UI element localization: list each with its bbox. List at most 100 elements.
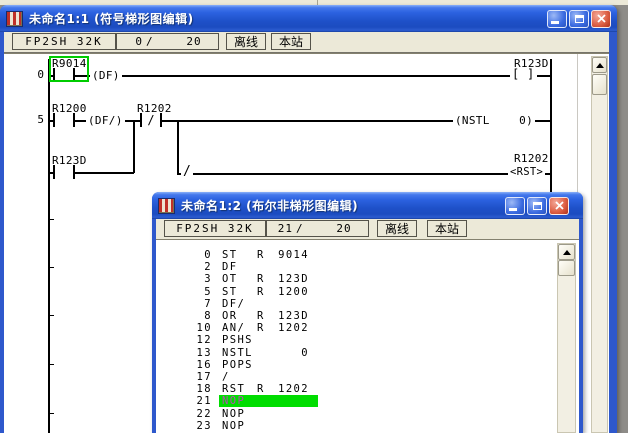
instruction-row[interactable]: 0STR9014	[156, 249, 536, 261]
window2-vscrollbar[interactable]	[557, 243, 576, 433]
instruction-row[interactable]: 10AN/R1202	[156, 322, 536, 334]
maximize-button[interactable]	[527, 197, 547, 215]
contact-r1200[interactable]	[53, 113, 75, 127]
instruction-addr: 2	[164, 261, 212, 273]
close-button[interactable]	[549, 197, 569, 215]
instruction-row[interactable]: 5STR1200	[156, 286, 536, 298]
scrollbar-up-button[interactable]	[558, 244, 575, 260]
instruction-op: NOP	[222, 420, 245, 432]
rst-branch-wire	[177, 121, 179, 174]
instruction-reg: R	[257, 322, 265, 334]
instruction-addr: 7	[164, 298, 212, 310]
nstl-opcode: (NSTL	[455, 114, 490, 127]
app-icon	[158, 198, 175, 214]
instruction-val: 123D	[266, 273, 309, 285]
instruction-row[interactable]: 2 DF	[156, 261, 536, 273]
instruction-val: 123D	[266, 310, 309, 322]
step-separator: /	[146, 35, 154, 48]
instruction-val: 1202	[266, 322, 309, 334]
instruction-row[interactable]: 13NSTL0	[156, 347, 536, 359]
window2-title: 未命名1:2 (布尔非梯形图编辑)	[181, 197, 358, 214]
scrollbar-thumb[interactable]	[592, 74, 607, 95]
instruction-val: 9014	[266, 249, 309, 261]
close-icon	[597, 14, 606, 23]
instruction-addr: 18	[164, 383, 212, 395]
window1-titlebar[interactable]: 未命名1:1 (符号梯形图编辑)	[0, 5, 617, 32]
rung0-wire	[49, 75, 550, 77]
rst-device-label: R1202	[514, 153, 549, 164]
step-separator: /	[296, 222, 304, 235]
mode-indicator-offline: 离线	[377, 220, 417, 237]
rung-tick	[48, 364, 54, 365]
close-icon	[555, 201, 564, 210]
instruction-reg: R	[257, 273, 265, 285]
step-position: 0	[117, 35, 143, 48]
instruction-row[interactable]: 21 NOP	[156, 395, 536, 407]
rung-tick	[48, 219, 54, 220]
plc-type-indicator: FP2SH 32K	[164, 220, 266, 237]
instruction-op: OR	[222, 310, 237, 322]
instruction-op: ST	[222, 249, 237, 261]
instruction-addr: 0	[164, 249, 212, 261]
mdi-workspace: 未命名1:1 (符号梯形图编辑) FP2SH 32K 0 / 20 离线 本站	[0, 0, 628, 433]
instruction-reg: R	[257, 310, 265, 322]
nstl-operand: 0)	[519, 114, 533, 127]
instruction-op: AN/	[222, 322, 245, 334]
instruction-op: NOP	[222, 395, 245, 407]
nstl-instruction[interactable]: (NSTL 0)	[453, 114, 535, 127]
instruction-row[interactable]: 17/	[156, 371, 536, 383]
step-position: 21	[267, 222, 293, 235]
instruction-row[interactable]: 18RSTR1202	[156, 383, 536, 395]
close-button[interactable]	[591, 10, 611, 28]
maximize-icon	[575, 15, 584, 23]
app-icon	[6, 11, 23, 27]
instruction-op: DF	[222, 261, 237, 273]
instruction-addr: 23	[164, 420, 212, 432]
coil-r123d[interactable]: [ ]	[510, 68, 537, 81]
window2-statusbar: FP2SH 32K 21 / 20 离线 本站	[156, 219, 579, 240]
instruction-row[interactable]: 22NOP	[156, 408, 536, 420]
rung-tick	[48, 413, 54, 414]
not-marker[interactable]: /	[181, 165, 193, 178]
step-total: 20	[154, 35, 202, 48]
instruction-op: DF/	[222, 298, 245, 310]
instruction-row[interactable]: 7 DF/	[156, 298, 536, 310]
window-boolean-list-editor: 未命名1:2 (布尔非梯形图编辑) FP2SH 32K 21 / 20 离线 本…	[152, 192, 583, 433]
instruction-op: RST	[222, 383, 245, 395]
window2-titlebar[interactable]: 未命名1:2 (布尔非梯形图编辑)	[152, 192, 583, 219]
window1-statusbar: FP2SH 32K 0 / 20 离线 本站	[4, 32, 609, 53]
instruction-addr: 17	[164, 371, 212, 383]
instruction-val: 0	[266, 347, 309, 359]
instruction-list-area[interactable]: 0STR90142DF3OTR123D5STR12007DF/8ORR123D1…	[156, 239, 579, 433]
instruction-addr: 3	[164, 273, 212, 285]
step-counter: 0 / 20	[116, 33, 219, 50]
instruction-row[interactable]: 23 NOP	[156, 420, 536, 432]
df-instruction[interactable]: (DF)	[90, 69, 122, 82]
df-not-instruction[interactable]: (DF/)	[86, 114, 125, 127]
contact-r1202-nc[interactable]: /	[140, 113, 162, 127]
rst-coil[interactable]: <RST>	[508, 166, 545, 179]
contact-r123d[interactable]	[53, 165, 75, 179]
instruction-row[interactable]: 8 OR R123D	[156, 310, 536, 322]
instruction-addr: 12	[164, 334, 212, 346]
instruction-addr: 8	[164, 310, 212, 322]
rung-tick	[48, 315, 54, 316]
minimize-button[interactable]	[505, 197, 525, 215]
minimize-button[interactable]	[547, 10, 567, 28]
instruction-addr: 21	[164, 395, 212, 407]
scrollbar-thumb[interactable]	[558, 260, 575, 276]
minimize-icon	[509, 208, 517, 211]
instruction-addr: 22	[164, 408, 212, 420]
instruction-op: POPS	[222, 359, 253, 371]
maximize-button[interactable]	[569, 10, 589, 28]
instruction-val: 1200	[266, 286, 309, 298]
window1-vscrollbar[interactable]	[591, 56, 608, 433]
instruction-row[interactable]: 16POPS	[156, 359, 536, 371]
station-indicator: 本站	[271, 33, 311, 50]
instruction-addr: 5	[164, 286, 212, 298]
instruction-row[interactable]: 3OTR123D	[156, 273, 536, 285]
instruction-row[interactable]: 12PSHS	[156, 334, 536, 346]
scrollbar-up-button[interactable]	[592, 57, 607, 73]
window1-title: 未命名1:1 (符号梯形图编辑)	[29, 10, 194, 27]
instruction-reg: R	[257, 383, 265, 395]
